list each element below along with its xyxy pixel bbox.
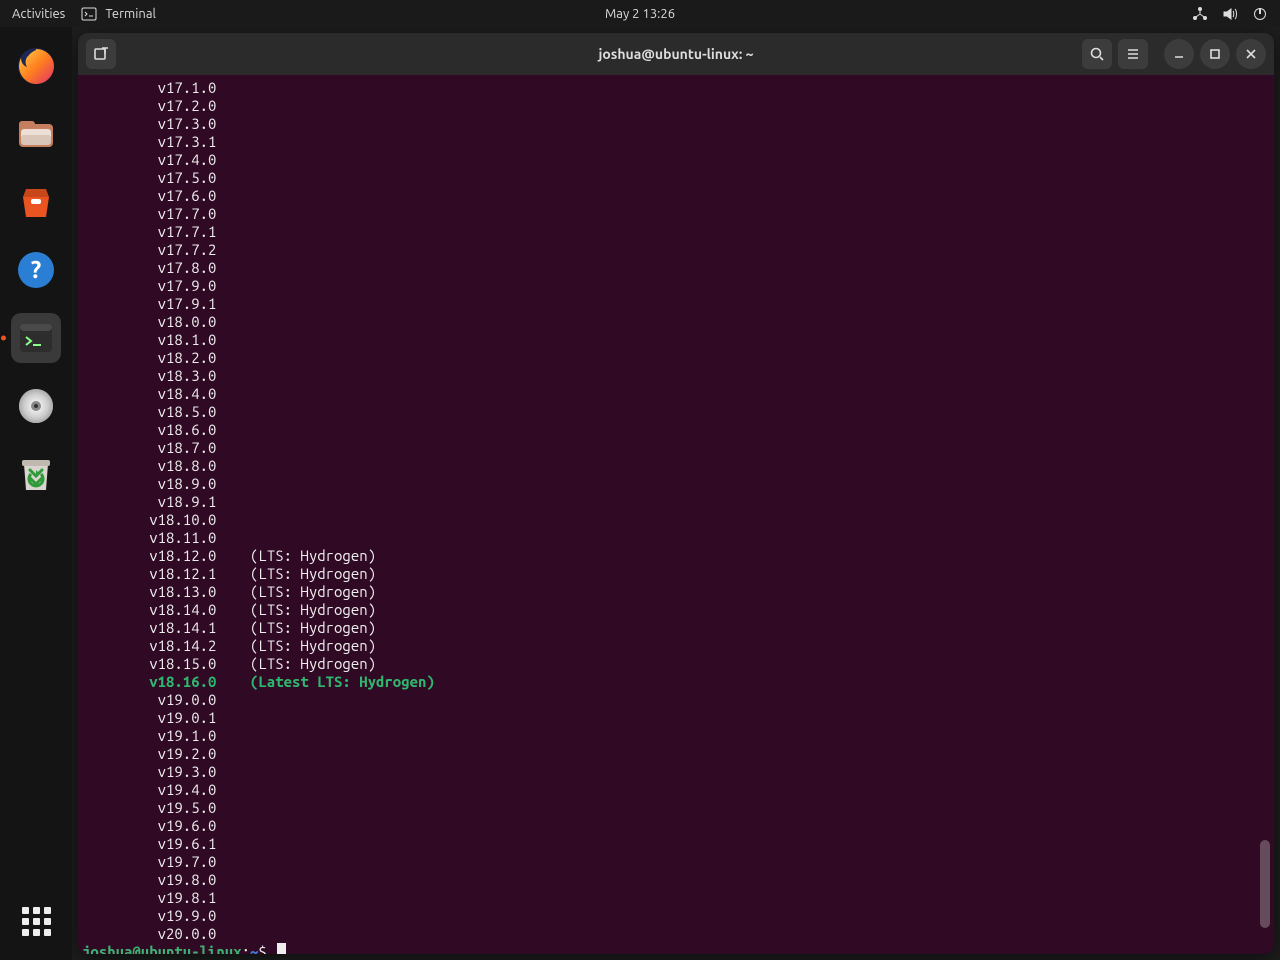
terminal-body[interactable]: v17.1.0 v17.2.0 v17.3.0 v17.3.1 v17.4.0 … [78, 75, 1274, 954]
dock-trash[interactable] [11, 449, 61, 499]
svg-text:?: ? [31, 256, 42, 283]
dock-software[interactable] [11, 177, 61, 227]
maximize-button[interactable] [1200, 39, 1230, 69]
top-app-indicator[interactable]: Terminal [81, 6, 156, 22]
terminal-small-icon [81, 6, 97, 22]
dock-help[interactable]: ? [11, 245, 61, 295]
dock-disc[interactable] [11, 381, 61, 431]
terminal-title: joshua@ubuntu-linux: ~ [598, 46, 753, 62]
dock: ? [0, 27, 72, 960]
menu-button[interactable] [1118, 39, 1148, 69]
volume-icon[interactable] [1222, 6, 1238, 22]
new-tab-button[interactable] [86, 39, 116, 69]
terminal-output: v17.1.0 v17.2.0 v17.3.0 v17.3.1 v17.4.0 … [82, 79, 1270, 954]
terminal-scroll-thumb[interactable] [1260, 840, 1270, 928]
minimize-button[interactable] [1164, 39, 1194, 69]
close-button[interactable] [1236, 39, 1266, 69]
terminal-scrollbar[interactable] [1260, 75, 1270, 954]
top-bar: Activities Terminal May 2 13:26 [0, 0, 1280, 27]
top-app-name: Terminal [105, 7, 156, 21]
terminal-cursor [277, 943, 286, 954]
dock-firefox[interactable] [11, 41, 61, 91]
show-applications-button[interactable] [11, 896, 61, 946]
power-icon[interactable] [1252, 6, 1268, 22]
activities-button[interactable]: Activities [12, 7, 65, 21]
dock-terminal[interactable] [11, 313, 61, 363]
dock-files[interactable] [11, 109, 61, 159]
clock[interactable]: May 2 13:26 [605, 7, 675, 21]
network-icon[interactable] [1192, 6, 1208, 22]
search-button[interactable] [1082, 39, 1112, 69]
terminal-header: joshua@ubuntu-linux: ~ [78, 33, 1274, 75]
terminal-window: joshua@ubuntu-linux: ~ v17.1.0 v17.2.0 [78, 33, 1274, 954]
